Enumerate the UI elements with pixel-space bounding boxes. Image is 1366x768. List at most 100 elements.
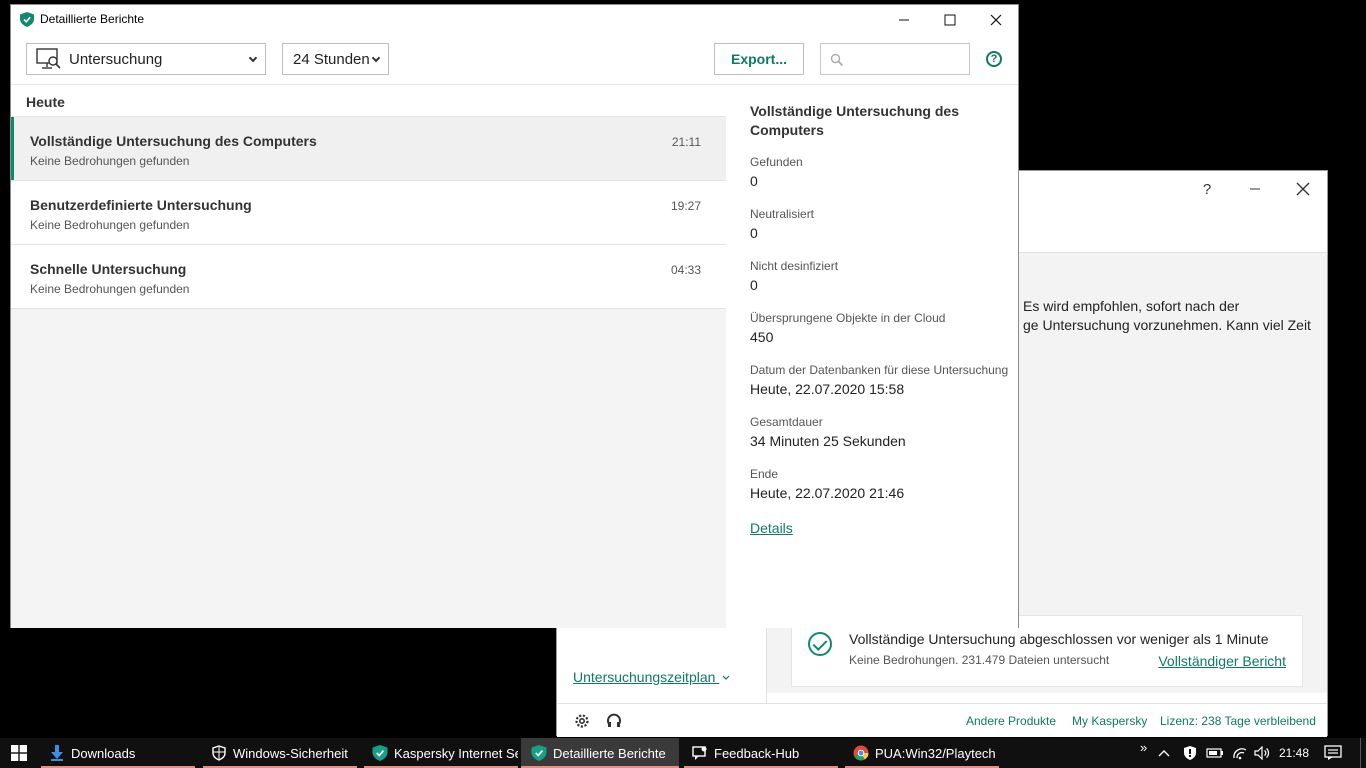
export-button[interactable]: Export... xyxy=(714,43,804,75)
recommendation-line-2: ge Untersuchung vorzunehmen. Kann viel Z… xyxy=(1023,317,1311,333)
taskbar-item-windows-security[interactable]: Windows-Sicherheit xyxy=(203,738,357,768)
bg-minimize-button[interactable] xyxy=(1240,177,1270,201)
windows-taskbar: Downloads Windows-Sicherheit Kaspersky I… xyxy=(0,738,1366,768)
maximize-icon xyxy=(944,14,956,26)
start-button[interactable] xyxy=(0,738,38,768)
security-warning-icon xyxy=(1184,746,1196,760)
report-subtitle: Keine Bedrohungen gefunden xyxy=(30,218,190,232)
taskbar-label: Feedback-Hub xyxy=(714,745,800,761)
show-desktop-button[interactable] xyxy=(1360,738,1366,768)
taskbar-item-chrome[interactable]: PUA:Win32/Playtech ... xyxy=(845,738,999,768)
show-hidden-icons-button[interactable] xyxy=(1158,738,1170,768)
field-label: Übersprungene Objekte in der Cloud xyxy=(750,311,946,325)
minimize-icon xyxy=(1250,188,1260,190)
settings-gear-icon[interactable] xyxy=(573,712,591,730)
taskbar-item-feedback-hub[interactable]: Feedback-Hub xyxy=(684,738,838,768)
taskbar-item-detailed-reports[interactable]: Detaillierte Berichte xyxy=(521,738,679,768)
tray-overflow-chevron-icon[interactable]: » xyxy=(1140,732,1147,762)
detail-title: Vollständige Untersuchung des Computers xyxy=(750,103,959,138)
notification-icon xyxy=(1324,745,1342,760)
period-value: 24 Stunden xyxy=(293,50,370,68)
support-icon[interactable] xyxy=(605,712,623,730)
notice-title: Vollständige Untersuchung abgeschlossen … xyxy=(849,631,1269,647)
minimize-button[interactable] xyxy=(881,5,927,35)
report-time: 19:27 xyxy=(670,199,701,213)
wifi-icon xyxy=(1233,748,1247,760)
search-input[interactable] xyxy=(820,43,970,75)
taskbar-label: Downloads xyxy=(71,745,136,761)
reports-list-pane: Heute Vollständige Untersuchung des Comp… xyxy=(11,85,726,628)
report-title: Benutzerdefinierte Untersuchung xyxy=(30,197,252,213)
other-products-link[interactable]: Andere Produkte xyxy=(966,714,1056,728)
kaspersky-shield-icon xyxy=(20,12,34,27)
field-value: 0 xyxy=(750,277,758,293)
report-time: 21:11 xyxy=(671,135,701,149)
report-row[interactable]: Benutzerdefinierte Untersuchung Keine Be… xyxy=(11,181,726,245)
minimize-icon xyxy=(899,19,909,21)
period-dropdown[interactable]: 24 Stunden xyxy=(282,43,389,75)
tray-clock[interactable]: 21:48 xyxy=(1279,738,1309,768)
shield-icon xyxy=(212,745,226,761)
report-title: Schnelle Untersuchung xyxy=(30,261,187,277)
full-report-link[interactable]: Vollständiger Bericht xyxy=(1158,653,1286,669)
field-value: 450 xyxy=(750,329,774,345)
taskbar-item-kaspersky[interactable]: Kaspersky Internet Se... xyxy=(364,738,518,768)
check-circle-icon xyxy=(808,632,832,656)
field-label: Nicht desinfiziert xyxy=(750,259,839,273)
tray-battery-icon[interactable] xyxy=(1206,738,1224,768)
tray-volume-icon[interactable] xyxy=(1254,738,1270,768)
detail-field-duration: Gesamtdauer 34 Minuten 25 Sekunden xyxy=(750,415,906,449)
field-label: Datum der Datenbanken für diese Untersuc… xyxy=(750,363,1009,377)
recommendation-line-1: Es wird empfohlen, sofort nach der xyxy=(1023,298,1240,314)
my-kaspersky-link[interactable]: My Kaspersky xyxy=(1072,714,1147,728)
chrome-icon xyxy=(853,745,869,761)
report-title: Vollständige Untersuchung des Computers xyxy=(30,133,317,149)
field-value: 0 xyxy=(750,225,758,241)
detail-field-not-disinfected: Nicht desinfiziert 0 xyxy=(750,259,838,293)
help-button[interactable]: ? xyxy=(986,51,1002,67)
tray-security-icon[interactable] xyxy=(1182,738,1198,768)
detail-field-found: Gefunden 0 xyxy=(750,155,803,189)
feedback-icon xyxy=(692,746,707,760)
computer-scan-icon xyxy=(36,48,61,69)
close-icon xyxy=(1296,182,1310,196)
chevron-down-icon xyxy=(371,53,381,63)
scan-schedule-link[interactable]: Untersuchungszeitplan xyxy=(573,669,730,685)
taskbar-item-downloads[interactable]: Downloads xyxy=(41,738,195,768)
detail-field-database-date: Datum der Datenbanken für diese Untersuc… xyxy=(750,363,1008,397)
detail-field-end: Ende Heute, 22.07.2020 21:46 xyxy=(750,467,904,501)
search-icon xyxy=(830,53,844,67)
license-link[interactable]: Lizenz: 238 Tage verbleibend xyxy=(1160,714,1316,728)
bg-close-button[interactable] xyxy=(1288,177,1318,201)
reports-toolbar: Untersuchung 24 Stunden Export... ? xyxy=(11,35,1018,85)
maximize-button[interactable] xyxy=(927,5,973,35)
field-value: 34 Minuten 25 Sekunden xyxy=(750,433,906,449)
battery-icon xyxy=(1206,748,1223,758)
field-label: Neutralisiert xyxy=(750,207,815,221)
window-title: Detaillierte Berichte xyxy=(40,12,145,26)
report-subtitle: Keine Bedrohungen gefunden xyxy=(30,154,190,168)
report-detail-pane: Vollständige Untersuchung des Computers … xyxy=(726,85,1018,628)
close-button[interactable] xyxy=(973,5,1019,35)
bg-footer: Andere Produkte My Kaspersky Lizenz: 238… xyxy=(557,703,1327,737)
report-row[interactable]: Schnelle Untersuchung Keine Bedrohungen … xyxy=(11,245,726,309)
field-value: Heute, 22.07.2020 21:46 xyxy=(750,485,905,501)
tray-wifi-icon[interactable] xyxy=(1232,738,1248,768)
field-value: Heute, 22.07.2020 15:58 xyxy=(750,381,905,397)
windows-logo-icon xyxy=(11,745,27,761)
notice-subtitle: Keine Bedrohungen. 231.479 Dateien unter… xyxy=(849,653,1110,667)
field-label: Gesamtdauer xyxy=(750,415,823,429)
window-titlebar: Detaillierte Berichte xyxy=(11,5,1018,35)
taskbar-label: Kaspersky Internet Se... xyxy=(394,745,518,761)
report-row[interactable]: Vollständige Untersuchung des Computers … xyxy=(11,117,726,181)
bg-help-button[interactable]: ? xyxy=(1192,177,1222,201)
detail-field-neutralized: Neutralisiert 0 xyxy=(750,207,814,241)
details-link[interactable]: Details xyxy=(750,520,793,536)
action-center-button[interactable] xyxy=(1324,738,1342,768)
group-header-today: Heute xyxy=(11,85,726,117)
download-arrow-icon xyxy=(51,745,63,761)
close-icon xyxy=(990,14,1002,26)
category-dropdown[interactable]: Untersuchung xyxy=(26,43,266,75)
kaspersky-shield-icon xyxy=(372,745,388,761)
recommendation-text: Es wird empfohlen, sofort nach der ge Un… xyxy=(1023,297,1323,335)
